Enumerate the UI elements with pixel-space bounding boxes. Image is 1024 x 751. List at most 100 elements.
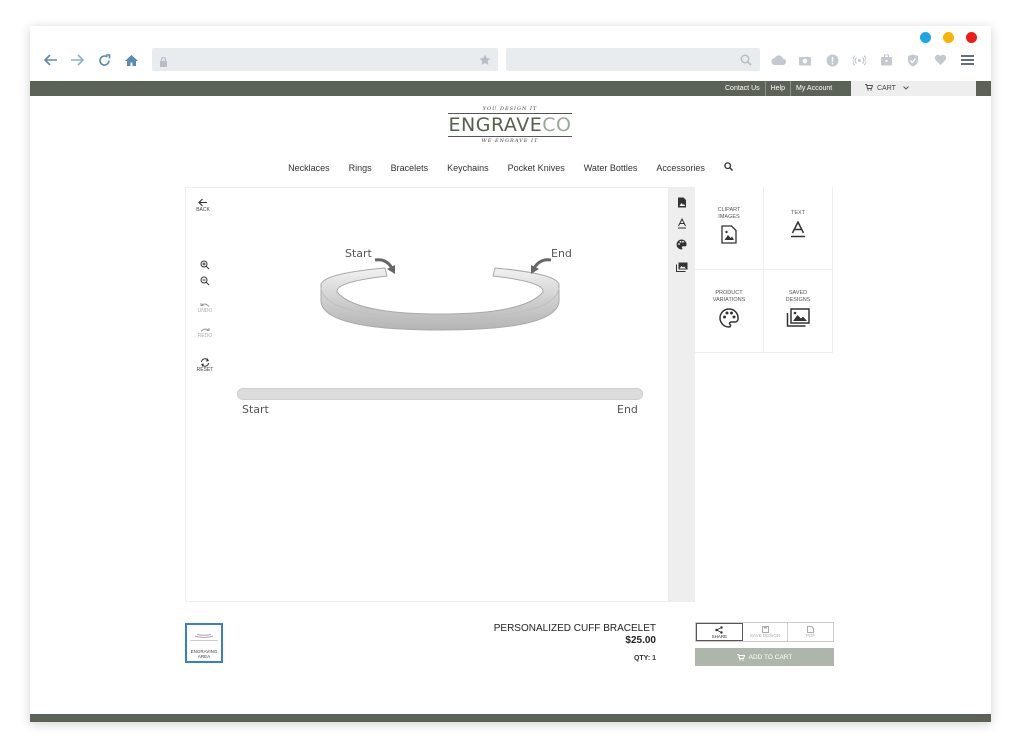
variations-label: PRODUCT VARIATIONS [712, 290, 746, 303]
nav-item-rings[interactable]: Rings [349, 162, 372, 174]
cloud-download-icon[interactable] [770, 52, 786, 68]
main-nav: Necklaces Rings Bracelets Keychains Pock… [30, 162, 991, 174]
help-link[interactable]: Help [766, 81, 792, 96]
clipart-label: CLIPART IMAGES [717, 207, 741, 220]
alert-icon[interactable] [824, 52, 840, 68]
logo-tagline-bottom: WE ENGRAVE IT [481, 138, 539, 144]
product-price: $25.00 [625, 635, 656, 646]
cart-icon [865, 84, 874, 93]
nav-item-bracelets[interactable]: Bracelets [391, 162, 429, 174]
gallery-icon[interactable] [675, 260, 688, 273]
browser-window: Contact Us Help My Account CART YOU DESI… [30, 26, 991, 722]
bracelet-preview[interactable]: Start End [315, 244, 572, 334]
design-actions: SHARE SAVE DESIGN PDF [695, 622, 834, 642]
start-arrow-icon [374, 258, 395, 274]
site-top-bar: Contact Us Help My Account CART [30, 81, 991, 96]
site-logo[interactable]: YOU DESIGN IT ENGRAVECO WE ENGRAVE IT [448, 106, 572, 144]
image-file-icon [721, 225, 737, 244]
text-icon [791, 221, 805, 238]
forward-arrow-icon[interactable] [68, 48, 86, 72]
palette-icon[interactable] [675, 238, 688, 251]
hamburger-menu-icon[interactable] [959, 52, 975, 68]
search-icon[interactable] [724, 162, 733, 174]
home-icon[interactable] [122, 48, 140, 72]
save-design-button[interactable]: SAVE DESIGN [743, 623, 789, 641]
contact-us-link[interactable]: Contact Us [720, 81, 766, 96]
window-dot-blue[interactable] [920, 32, 931, 43]
nav-item-pocket-knives[interactable]: Pocket Knives [508, 162, 565, 174]
logo-tagline-top: YOU DESIGN IT [482, 106, 538, 112]
thumbnail-bar [190, 640, 218, 641]
save-icon [761, 626, 769, 633]
engraving-area-label: ENGRAVING AREA [190, 649, 218, 659]
undo-button[interactable]: UNDO [194, 302, 216, 314]
product-quantity: QTY: 1 [633, 655, 656, 662]
engraving-area-thumbnail[interactable]: ENGRAVING AREA [185, 623, 223, 663]
my-account-link[interactable]: My Account [791, 81, 837, 96]
chevron-down-icon [903, 85, 909, 92]
reset-button[interactable]: RESET [194, 358, 216, 373]
nav-item-necklaces[interactable]: Necklaces [288, 162, 330, 174]
share-button[interactable]: SHARE [696, 623, 743, 641]
product-name: PERSONALIZED CUFF BRACELET [493, 623, 656, 634]
nav-item-accessories[interactable]: Accessories [656, 162, 705, 174]
product-variations-option[interactable]: PRODUCT VARIATIONS [695, 270, 764, 353]
logo-wordmark: ENGRAVECO [448, 114, 572, 136]
bar-start-label: Start [242, 403, 269, 416]
browser-toolbar [30, 48, 991, 72]
briefcase-icon[interactable] [878, 52, 894, 68]
zoom-out-button[interactable] [194, 276, 216, 286]
back-arrow-icon[interactable] [42, 48, 60, 72]
zoom-in-button[interactable] [194, 260, 216, 270]
panel-icon-strip [668, 187, 695, 602]
bracelet-thumbnail-icon [194, 634, 214, 638]
address-bar[interactable] [152, 48, 498, 71]
end-label: End [551, 247, 572, 260]
top-links: Contact Us Help My Account [720, 81, 837, 96]
saved-designs-option[interactable]: SAVED DESIGNS [764, 270, 833, 353]
end-arrow-icon [531, 258, 552, 274]
design-options-panel: CLIPART IMAGES TEXT PRODUCT VARIATIONS S… [695, 187, 834, 353]
window-dot-yellow[interactable] [943, 32, 954, 43]
reload-icon[interactable] [95, 48, 113, 72]
search-icon[interactable] [740, 53, 752, 71]
back-button[interactable]: BACK [190, 198, 216, 213]
start-label: Start [345, 247, 372, 260]
palette-icon [719, 308, 739, 328]
window-dot-red[interactable] [966, 32, 977, 43]
add-to-cart-button[interactable]: ADD TO CART [695, 648, 834, 666]
back-arrow-icon [198, 198, 207, 207]
redo-button[interactable]: REDO [194, 327, 216, 339]
pdf-icon [807, 626, 815, 633]
text-icon[interactable] [675, 217, 688, 230]
flat-engraving-bar[interactable] [237, 388, 643, 400]
pdf-button[interactable]: PDF [788, 623, 833, 641]
bar-end-label: End [617, 403, 638, 416]
share-icon [715, 625, 724, 634]
bookmark-star-icon[interactable] [479, 53, 491, 71]
cart-icon [736, 653, 745, 661]
saved-designs-label: SAVED DESIGNS [785, 290, 811, 303]
site-footer-bar [30, 714, 991, 722]
text-option-label: TEXT [790, 210, 806, 216]
zoom-in-icon [200, 260, 210, 270]
browser-extensions [770, 48, 975, 72]
shield-icon[interactable] [905, 52, 921, 68]
cart-label: CART [877, 85, 896, 92]
nav-item-keychains[interactable]: Keychains [447, 162, 489, 174]
heart-icon[interactable] [932, 52, 948, 68]
browser-search-bar[interactable] [506, 48, 760, 71]
reset-icon [201, 358, 209, 367]
camera-icon[interactable] [797, 52, 813, 68]
clipart-images-option[interactable]: CLIPART IMAGES [695, 187, 764, 270]
image-file-icon[interactable] [675, 196, 688, 209]
nav-item-water-bottles[interactable]: Water Bottles [584, 162, 638, 174]
text-option[interactable]: TEXT [764, 187, 833, 270]
broadcast-icon[interactable] [851, 52, 867, 68]
cart-button[interactable]: CART [851, 81, 976, 96]
gallery-icon [786, 308, 810, 327]
window-controls [920, 32, 977, 43]
logo-rule [448, 136, 572, 137]
lock-icon [159, 54, 168, 72]
zoom-out-icon [200, 276, 210, 286]
